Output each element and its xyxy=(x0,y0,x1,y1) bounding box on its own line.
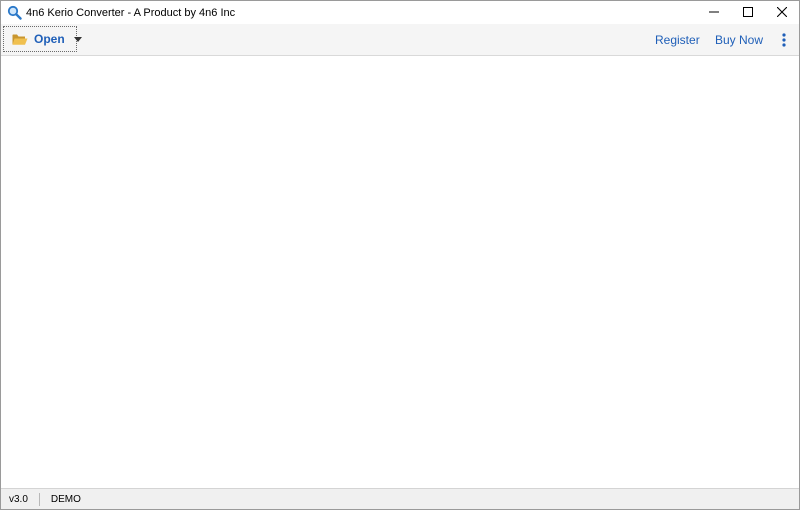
mode-label: DEMO xyxy=(50,494,81,505)
caret-down-icon[interactable] xyxy=(73,36,82,42)
register-link[interactable]: Register xyxy=(655,33,700,47)
window-controls xyxy=(697,1,799,24)
buy-now-link[interactable]: Buy Now xyxy=(715,33,763,47)
close-icon xyxy=(776,4,788,22)
folder-open-icon xyxy=(12,32,28,46)
kebab-menu-icon[interactable] xyxy=(780,32,788,48)
maximize-icon xyxy=(743,4,753,22)
status-divider xyxy=(38,493,40,506)
title-bar[interactable]: 4n6 Kerio Converter - A Product by 4n6 I… xyxy=(1,1,799,24)
close-button[interactable] xyxy=(765,1,799,24)
open-button[interactable]: Open xyxy=(3,26,82,52)
main-content-area xyxy=(1,56,799,488)
toolbar: Open Register Buy Now xyxy=(1,24,799,56)
version-label: v3.0 xyxy=(9,494,28,505)
magnifier-search-icon xyxy=(6,5,22,21)
window-title: 4n6 Kerio Converter - A Product by 4n6 I… xyxy=(26,6,236,19)
minimize-button[interactable] xyxy=(697,1,731,24)
status-bar: v3.0 DEMO xyxy=(1,488,799,509)
maximize-button[interactable] xyxy=(731,1,765,24)
app-window: 4n6 Kerio Converter - A Product by 4n6 I… xyxy=(0,0,800,510)
minimize-icon xyxy=(709,4,719,22)
open-label: Open xyxy=(34,32,65,46)
